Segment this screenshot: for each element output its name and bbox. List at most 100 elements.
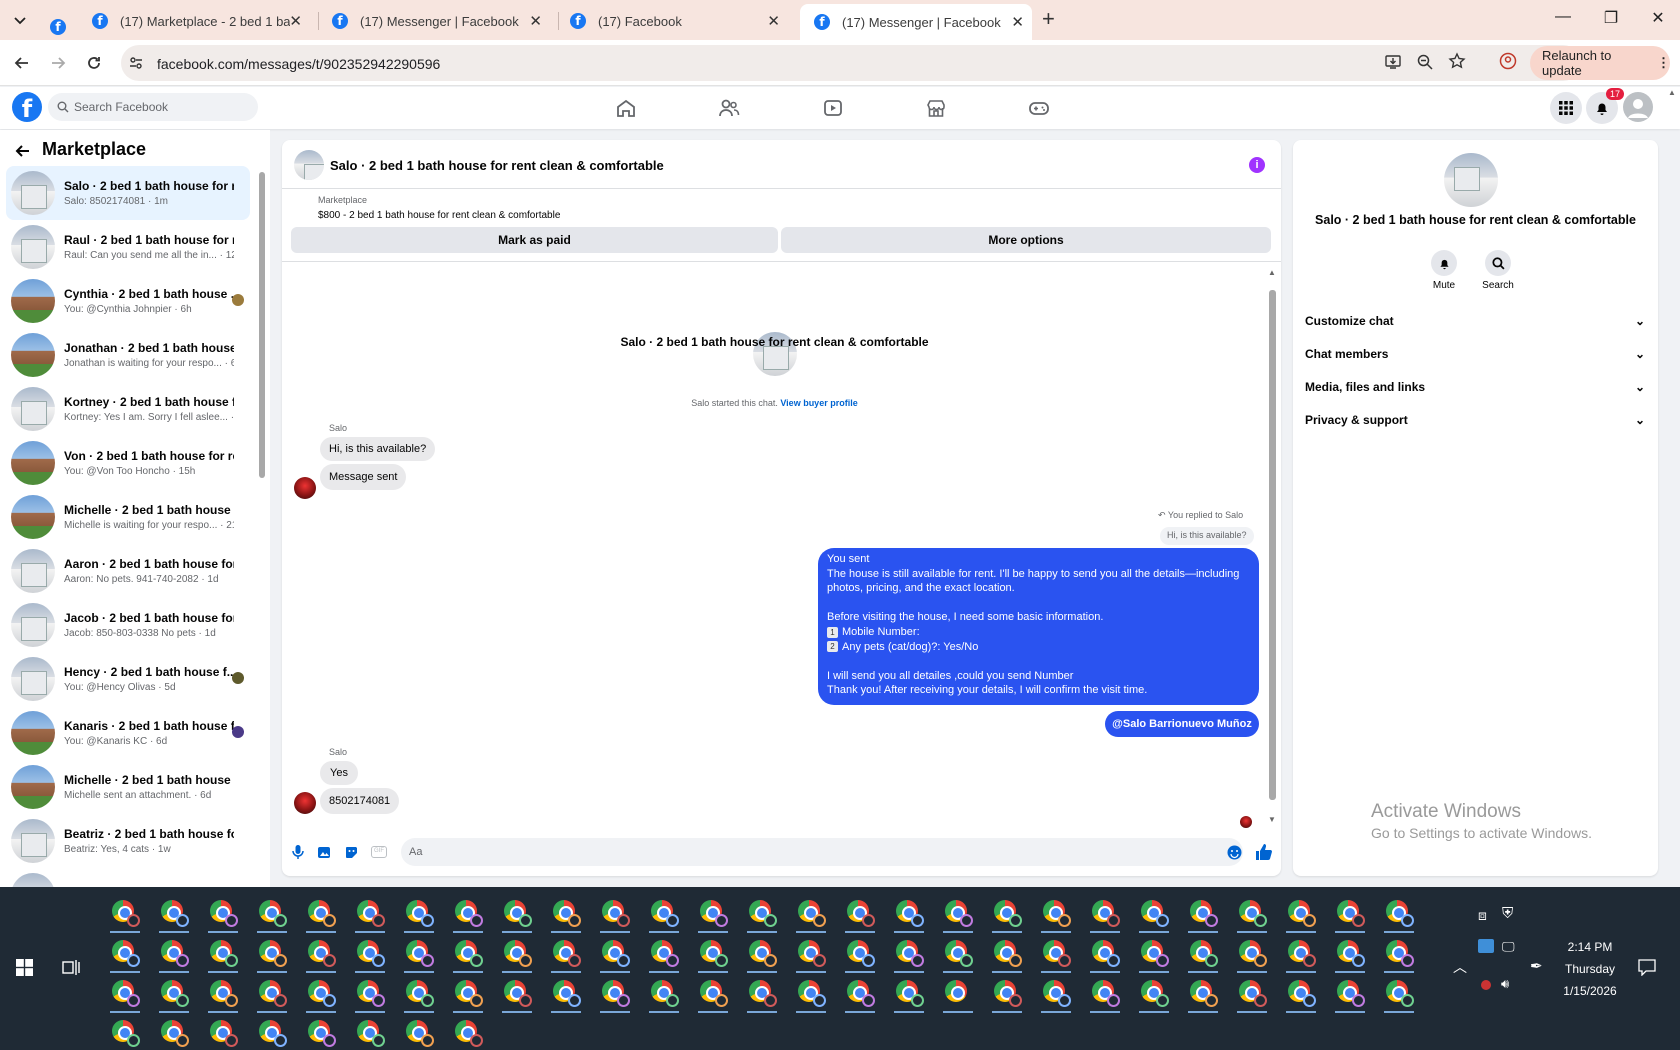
gif-icon[interactable]: GIF — [371, 846, 387, 858]
chrome-taskbar-icon[interactable] — [453, 940, 483, 973]
start-windows-icon[interactable] — [16, 959, 33, 976]
chrome-taskbar-icon[interactable] — [894, 980, 924, 1013]
listing-text[interactable]: $800 - 2 bed 1 bath house for rent clean… — [318, 210, 560, 221]
close-tab-icon[interactable]: ✕ — [529, 12, 542, 30]
chrome-taskbar-icon[interactable] — [845, 980, 875, 1013]
new-tab-button[interactable]: + — [1042, 6, 1055, 32]
chrome-taskbar-icon[interactable] — [1139, 900, 1169, 933]
home-icon[interactable] — [615, 97, 637, 119]
facebook-logo[interactable]: f — [12, 92, 42, 122]
task-view-icon[interactable] — [62, 959, 80, 976]
search-facebook-input[interactable]: Search Facebook — [48, 93, 258, 121]
mute-button[interactable] — [1431, 250, 1457, 276]
clock-day[interactable]: Thursday — [1556, 962, 1624, 976]
chrome-taskbar-icon[interactable] — [845, 900, 875, 933]
tray-network-app-icon[interactable] — [1478, 939, 1494, 953]
chrome-taskbar-icon[interactable] — [406, 1020, 434, 1047]
tab-search-chevron-icon[interactable] — [10, 10, 30, 30]
chrome-taskbar-icon[interactable] — [502, 980, 532, 1013]
chrome-taskbar-icon[interactable] — [698, 940, 728, 973]
notification-center-icon[interactable] — [1638, 959, 1656, 976]
back-icon[interactable] — [12, 53, 32, 73]
chat-members-section[interactable]: Chat members ⌄ — [1305, 347, 1645, 361]
chrome-taskbar-icon[interactable] — [112, 1020, 140, 1047]
chrome-taskbar-icon[interactable] — [210, 1020, 238, 1047]
meet-now-icon[interactable]: ⧈ — [1478, 907, 1487, 924]
chrome-taskbar-icon[interactable] — [943, 940, 973, 973]
chrome-taskbar-icon[interactable] — [159, 980, 189, 1013]
mark-as-paid-button[interactable]: Mark as paid — [291, 227, 778, 253]
emoji-icon[interactable] — [1227, 845, 1242, 860]
chat-header-title[interactable]: Salo · 2 bed 1 bath house for rent clean… — [330, 158, 664, 173]
conversation-item[interactable]: Beatriz · 2 bed 1 bath house for ... Beat… — [6, 814, 250, 868]
chrome-taskbar-icon[interactable] — [1335, 980, 1365, 1013]
chrome-taskbar-icon[interactable] — [1237, 900, 1267, 933]
chrome-taskbar-icon[interactable] — [257, 940, 287, 973]
clock-date[interactable]: 1/15/2026 — [1556, 984, 1624, 998]
page-scroll-up-arrow-icon[interactable]: ▲ — [1668, 88, 1676, 97]
chrome-taskbar-icon[interactable] — [1139, 980, 1169, 1013]
security-shield-icon[interactable]: ⛨ — [1502, 905, 1513, 922]
message-input[interactable]: Aa — [401, 838, 1243, 866]
show-hidden-icons-chevron-icon[interactable]: ︿ — [1453, 957, 1467, 977]
chrome-taskbar-icon[interactable] — [257, 980, 287, 1013]
conversation-item[interactable]: Jonathan · 2 bed 1 bath house f... Jonath… — [6, 328, 250, 382]
chrome-taskbar-icon[interactable] — [600, 900, 630, 933]
chrome-taskbar-icon[interactable] — [110, 900, 140, 933]
details-avatar[interactable] — [1444, 153, 1498, 207]
reload-icon[interactable] — [84, 53, 104, 73]
chrome-taskbar-icon[interactable] — [796, 980, 826, 1013]
chrome-taskbar-icon[interactable] — [257, 900, 287, 933]
chrome-taskbar-icon[interactable] — [110, 980, 140, 1013]
chrome-taskbar-icon[interactable] — [208, 940, 238, 973]
video-icon[interactable] — [822, 97, 844, 119]
conversation-item[interactable]: Raul · 2 bed 1 bath house for re... Raul:… — [6, 220, 250, 274]
mention-message[interactable]: @Salo Barrionuevo Muñoz — [1105, 711, 1259, 737]
pen-icon[interactable]: ✒︎ — [1530, 957, 1543, 975]
conversation-item[interactable]: Michelle · 2 bed 1 bath house f... Michel… — [6, 760, 250, 814]
media-files-links-section[interactable]: Media, files and links ⌄ — [1305, 380, 1645, 394]
received-message[interactable]: 8502174081 — [320, 788, 400, 814]
chrome-taskbar-icon[interactable] — [1188, 980, 1218, 1013]
chrome-taskbar-icon[interactable] — [306, 900, 336, 933]
tab-messenger[interactable]: f (17) Messenger | Facebook ✕ — [332, 6, 550, 36]
chrome-taskbar-icon[interactable] — [1286, 940, 1316, 973]
chrome-taskbar-icon[interactable] — [308, 1020, 336, 1047]
chrome-taskbar-icon[interactable] — [1384, 900, 1414, 933]
bookmark-star-icon[interactable] — [1448, 52, 1466, 70]
minimize-icon[interactable]: — — [1548, 8, 1578, 26]
chrome-taskbar-icon[interactable] — [159, 900, 189, 933]
chrome-taskbar-icon[interactable] — [992, 900, 1022, 933]
chrome-taskbar-icon[interactable] — [649, 900, 679, 933]
tab-messenger-active[interactable]: f (17) Messenger | Facebook ✕ — [800, 4, 1032, 40]
tray-display-icon[interactable]: 🖵 — [1502, 939, 1515, 955]
forward-icon[interactable] — [48, 53, 68, 73]
chrome-taskbar-icon[interactable] — [1041, 940, 1071, 973]
chrome-taskbar-icon[interactable] — [649, 980, 679, 1013]
close-tab-icon[interactable]: ✕ — [289, 12, 302, 30]
marketplace-icon[interactable] — [925, 97, 947, 119]
scroll-down-arrow-icon[interactable]: ▼ — [1268, 815, 1276, 824]
relaunch-to-update-button[interactable]: Relaunch to update ⋮ — [1530, 46, 1670, 80]
chrome-taskbar-icon[interactable] — [747, 900, 777, 933]
chrome-taskbar-icon[interactable] — [1286, 980, 1316, 1013]
chrome-taskbar-icon[interactable] — [502, 900, 532, 933]
scroll-thumb[interactable] — [259, 172, 265, 478]
gaming-icon[interactable] — [1028, 97, 1050, 119]
chrome-taskbar-icon[interactable] — [1384, 980, 1414, 1013]
chrome-taskbar-icon[interactable] — [600, 980, 630, 1013]
received-message[interactable]: Yes — [320, 761, 358, 785]
chrome-taskbar-icon[interactable] — [698, 980, 728, 1013]
chrome-taskbar-icon[interactable] — [747, 940, 777, 973]
chrome-taskbar-icon[interactable] — [161, 1020, 189, 1047]
install-app-icon[interactable] — [1384, 53, 1402, 71]
tab-facebook[interactable]: f (17) Facebook ✕ — [570, 6, 788, 36]
chrome-taskbar-icon[interactable] — [1286, 900, 1316, 933]
clock-time[interactable]: 2:14 PM — [1556, 940, 1624, 954]
restore-icon[interactable]: ❐ — [1596, 8, 1626, 28]
search-in-chat-button[interactable] — [1485, 250, 1511, 276]
conversation-item[interactable]: Jacob · 2 bed 1 bath house for r... Jacob… — [6, 598, 250, 652]
sticker-icon[interactable] — [344, 845, 359, 860]
chrome-taskbar-icon[interactable] — [1041, 900, 1071, 933]
chrome-taskbar-icon[interactable] — [357, 1020, 385, 1047]
